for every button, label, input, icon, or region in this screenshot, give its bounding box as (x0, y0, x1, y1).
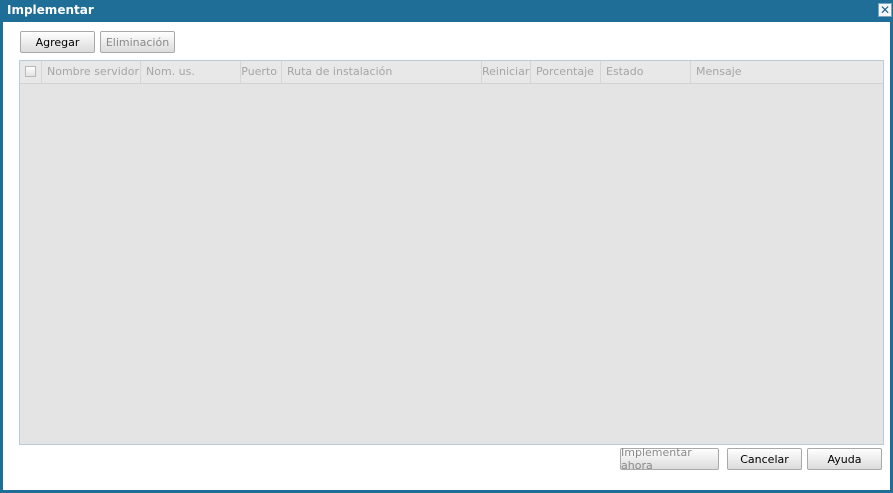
help-button[interactable]: Ayuda (807, 448, 882, 470)
deploy-dialog: Implementar ✕ Agregar Eliminación Nombre… (0, 0, 893, 493)
column-header-username[interactable]: Nom. us. (141, 61, 241, 83)
column-header-server-name[interactable]: Nombre servidor (42, 61, 141, 83)
cancel-button[interactable]: Cancelar (727, 448, 802, 470)
title-bar: Implementar ✕ (0, 0, 893, 20)
window-title: Implementar (7, 3, 94, 17)
close-button[interactable]: ✕ (878, 3, 892, 17)
column-header-percentage[interactable]: Porcentaje (531, 61, 601, 83)
column-header-status[interactable]: Estado (601, 61, 691, 83)
column-header-message[interactable]: Mensaje (691, 61, 883, 83)
table-header: Nombre servidor Nom. us. Puerto Ruta de … (20, 61, 883, 84)
dialog-body: Agregar Eliminación Nombre servidor Nom.… (3, 22, 890, 490)
server-table: Nombre servidor Nom. us. Puerto Ruta de … (19, 60, 884, 445)
select-all-checkbox[interactable] (25, 66, 36, 77)
add-button[interactable]: Agregar (20, 31, 95, 53)
column-header-restart[interactable]: Reiniciar (482, 61, 531, 83)
close-icon: ✕ (879, 3, 891, 17)
select-all-column (20, 61, 42, 83)
remove-button[interactable]: Eliminación (100, 31, 175, 53)
column-header-install-path[interactable]: Ruta de instalación (282, 61, 482, 83)
deploy-now-button[interactable]: Implementar ahora (620, 446, 719, 472)
column-header-port[interactable]: Puerto (241, 61, 282, 83)
